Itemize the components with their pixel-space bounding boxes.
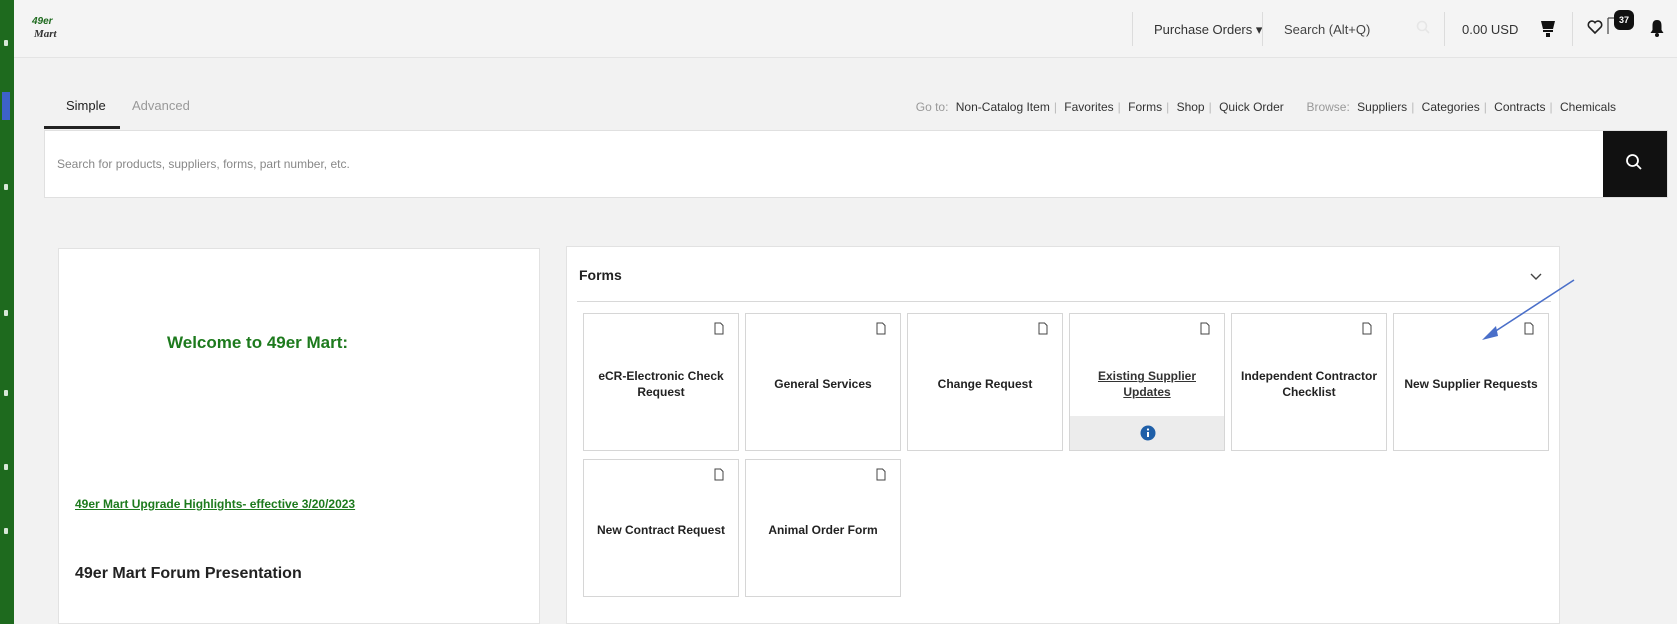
search-icon[interactable] [1416, 20, 1432, 36]
form-tile-label[interactable]: Existing Supplier Updates [1076, 360, 1218, 410]
form-tile-new-contract-request[interactable]: New Contract Request [583, 459, 739, 597]
form-tile-label: Change Request [937, 377, 1033, 392]
browse-link-chemicals[interactable]: Chemicals [1560, 100, 1616, 114]
form-tile-label: New Contract Request [596, 523, 726, 538]
document-icon [1200, 322, 1210, 335]
info-strip[interactable] [1070, 416, 1224, 450]
document-icon [714, 468, 724, 481]
top-search-field[interactable]: Search (Alt+Q) [1284, 22, 1370, 37]
forum-presentation-title: 49er Mart Forum Presentation [75, 565, 302, 582]
tab-advanced[interactable]: Advanced [132, 98, 190, 113]
goto-link-non-catalog-item[interactable]: Non-Catalog Item [956, 100, 1050, 114]
logo-text-bottom: Mart [34, 28, 57, 40]
form-tile-label: New Supplier Requests [1404, 377, 1538, 392]
divider [1132, 12, 1133, 46]
form-tile-independent-contractor-checklist[interactable]: Independent Contractor Checklist [1231, 313, 1387, 451]
upgrade-highlights-link[interactable]: 49er Mart Upgrade Highlights- effective … [75, 497, 355, 511]
search-icon [1626, 154, 1642, 170]
form-tile-change-request[interactable]: Change Request [907, 313, 1063, 451]
browse-label: Browse: [1306, 100, 1350, 114]
browse-link-suppliers[interactable]: Suppliers [1357, 100, 1407, 114]
browse-link-contracts[interactable]: Contracts [1494, 100, 1545, 114]
document-icon [876, 468, 886, 481]
product-search-box [44, 130, 1668, 198]
search-button[interactable] [1603, 131, 1667, 197]
document-icon [1038, 322, 1048, 335]
divider [1444, 12, 1445, 46]
form-tile-ecr-electronic-check-request[interactable]: eCR-Electronic Check Request [583, 313, 739, 451]
left-nav-dot [4, 40, 8, 46]
top-bar: 49er Mart Purchase Orders ▾ Search (Alt+… [14, 0, 1677, 58]
left-nav-dot [4, 528, 8, 534]
left-nav-active-marker [2, 92, 10, 120]
tab-simple[interactable]: Simple [66, 98, 106, 113]
left-nav-dot [4, 390, 8, 396]
logo-text-top: 49er [32, 16, 53, 27]
forms-card: Forms eCR-Electronic Check Request Gener… [566, 246, 1560, 624]
document-icon [876, 322, 886, 335]
divider [1262, 12, 1263, 46]
document-icon [714, 322, 724, 335]
goto-link-quick-order[interactable]: Quick Order [1219, 100, 1284, 114]
forms-title: Forms [579, 267, 622, 283]
left-nav-strip [0, 0, 14, 624]
info-icon [1140, 425, 1156, 441]
welcome-title: Welcome to 49er Mart: [167, 333, 349, 352]
annotation-arrow-icon [1482, 279, 1575, 340]
form-tile-general-services[interactable]: General Services [745, 313, 901, 451]
quick-links-bar: Go to: Non-Catalog Item | Favorites | Form… [915, 100, 1616, 114]
bell-icon[interactable] [1649, 18, 1665, 38]
product-search-input[interactable] [45, 131, 1605, 197]
form-tile-existing-supplier-updates[interactable]: Existing Supplier Updates [1069, 313, 1225, 451]
product-search-panel: Simple Advanced Go to: Non-Catalog Item |… [44, 78, 1668, 202]
purchase-orders-menu[interactable]: Purchase Orders ▾ [1154, 22, 1262, 38]
divider [577, 301, 1551, 302]
app-logo[interactable]: 49er Mart [32, 14, 66, 44]
form-tile-label: Independent Contractor Checklist [1240, 369, 1377, 399]
form-tile-label: eCR-Electronic Check Request [598, 369, 724, 399]
form-tile-label: Animal Order Form [768, 523, 878, 538]
goto-link-shop[interactable]: Shop [1177, 100, 1205, 114]
left-nav-dot [4, 184, 8, 190]
document-icon [1362, 322, 1372, 335]
goto-label: Go to: [915, 100, 949, 114]
goto-link-favorites[interactable]: Favorites [1064, 100, 1113, 114]
divider [1572, 12, 1573, 46]
message-count-badge: 37 [1614, 10, 1634, 30]
form-tile-animal-order-form[interactable]: Animal Order Form [745, 459, 901, 597]
browse-link-categories[interactable]: Categories [1422, 100, 1480, 114]
cart-total[interactable]: 0.00 USD [1462, 22, 1518, 37]
left-nav-dot [4, 464, 8, 470]
welcome-card: Welcome to 49er Mart: 49er Mart Upgrade … [58, 248, 540, 624]
cart-icon[interactable] [1539, 18, 1557, 38]
goto-link-forms[interactable]: Forms [1128, 100, 1162, 114]
active-tab-indicator [44, 126, 120, 129]
left-nav-dot [4, 310, 8, 316]
form-tile-label: General Services [774, 377, 872, 392]
heart-icon[interactable] [1586, 18, 1604, 36]
